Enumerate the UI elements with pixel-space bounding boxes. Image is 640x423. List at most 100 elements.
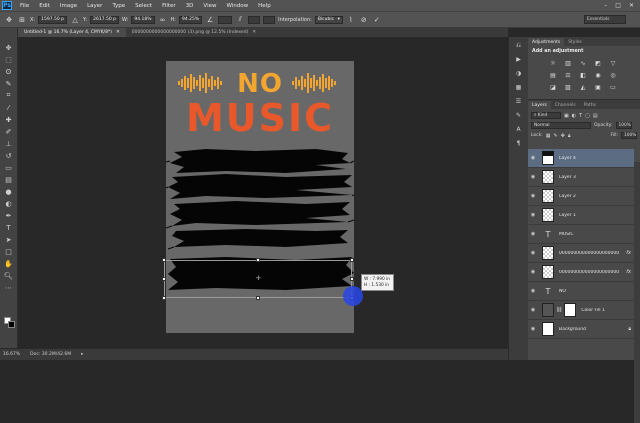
zoom-tool-icon[interactable]: 🔍︎ <box>3 270 15 281</box>
menu-file[interactable]: File <box>15 3 34 9</box>
blur-tool-icon[interactable]: ● <box>3 186 15 197</box>
layer-row-layer-2[interactable]: ◉ Layer 2 <box>528 187 634 206</box>
tab-channels[interactable]: Channels <box>551 101 580 109</box>
tab-png-document[interactable]: 0000000000000000000 (3).png @ 12.5% (Ind… <box>125 28 263 37</box>
close-icon[interactable]: ✕ <box>252 30 256 35</box>
brightness-contrast-icon[interactable]: ☼ <box>548 59 558 67</box>
status-menu-arrow-icon[interactable]: ▸ <box>81 352 83 357</box>
transform-handle-middle-right[interactable] <box>350 277 354 281</box>
invert-icon[interactable]: ◪ <box>548 83 558 91</box>
levels-icon[interactable]: ▥ <box>563 59 573 67</box>
lock-transparency-icon[interactable]: ▦ <box>546 133 551 139</box>
layer-row-background[interactable]: ◉ Background 🔒︎ <box>528 320 634 339</box>
close-icon[interactable]: ✕ <box>116 30 120 35</box>
visibility-eye-icon[interactable]: ◉ <box>528 155 538 161</box>
rectangle-tool-icon[interactable]: □ <box>3 246 15 257</box>
posterize-icon[interactable]: ▨ <box>563 83 573 91</box>
healing-brush-tool-icon[interactable]: ✚ <box>3 114 15 125</box>
fill-input[interactable]: 100% <box>621 132 637 139</box>
minimize-icon[interactable]: – <box>604 2 607 9</box>
menu-layer[interactable]: Layer <box>82 3 107 9</box>
visibility-eye-icon[interactable]: ◉ <box>528 212 538 218</box>
visibility-eye-icon[interactable]: ◉ <box>528 288 538 294</box>
tab-styles[interactable]: Styles <box>564 38 586 46</box>
clone-stamp-tool-icon[interactable]: ⊥ <box>3 138 15 149</box>
blend-mode-select[interactable]: Normal <box>531 122 591 129</box>
v-skew-input[interactable] <box>263 15 276 24</box>
tab-untitled-1[interactable]: Untitled-1 @ 16.7% (Layer 4, CMYK/8*) ✕ <box>18 28 126 37</box>
document-canvas[interactable]: NO MUSIC ✛ <box>162 61 354 333</box>
color-balance-icon[interactable]: ⚖ <box>563 71 573 79</box>
move-tool-icon[interactable]: ✥ <box>3 42 15 53</box>
workspace-select[interactable]: Essentials <box>584 15 626 24</box>
tab-layers[interactable]: Layers <box>528 101 551 109</box>
visibility-eye-icon[interactable]: ◉ <box>528 269 538 275</box>
menu-image[interactable]: Image <box>55 3 82 9</box>
color-panel-icon[interactable]: ◑ <box>514 69 524 78</box>
interpolation-select[interactable]: Bicubic ▾ <box>314 15 343 24</box>
canvas-area[interactable]: NO MUSIC ✛ W : 7.990 in H: 1.530 in <box>18 37 508 348</box>
layer-row-color-fill-1[interactable]: ◉ ⛓ Color Fill 1 <box>528 301 634 320</box>
h-skew-input[interactable] <box>248 15 261 24</box>
history-brush-tool-icon[interactable]: ↺ <box>3 150 15 161</box>
rotate-input[interactable] <box>218 15 233 24</box>
edit-toolbar-icon[interactable]: ⋯ <box>3 282 15 293</box>
gradient-tool-icon[interactable]: ▤ <box>3 174 15 185</box>
transform-handle-top-right[interactable] <box>350 258 354 262</box>
brush-tool-icon[interactable]: ✐ <box>3 126 15 137</box>
curves-icon[interactable]: ∿ <box>578 59 588 67</box>
eraser-tool-icon[interactable]: ▭ <box>3 162 15 173</box>
layer-row-no-text[interactable]: ◉ T NO <box>528 282 634 301</box>
visibility-eye-icon[interactable]: ◉ <box>528 174 538 180</box>
layer-row-layer-1[interactable]: ◉ Layer 1 <box>528 206 634 225</box>
layer-row-layer-4[interactable]: ◉ Layer 4 <box>528 149 634 168</box>
vibrance-icon[interactable]: ▽ <box>608 59 618 67</box>
path-selection-tool-icon[interactable]: ➤ <box>3 234 15 245</box>
filter-pixel-icon[interactable]: ▣ <box>564 113 569 119</box>
maximize-icon[interactable]: □ <box>615 2 621 9</box>
menu-select[interactable]: Select <box>130 3 157 9</box>
reference-point-icon[interactable]: ⊞ <box>17 15 27 25</box>
w-input[interactable]: 94.18% <box>131 15 155 24</box>
menu-3d[interactable]: 3D <box>181 3 199 9</box>
filter-type-icon[interactable]: T <box>579 113 582 119</box>
lock-pixels-icon[interactable]: ✎ <box>554 133 558 139</box>
visibility-eye-icon[interactable]: ◉ <box>528 326 538 332</box>
transform-handle-top-left[interactable] <box>162 258 166 262</box>
photo-filter-icon[interactable]: ◉ <box>593 71 603 79</box>
x-input[interactable]: 1597.50 p <box>38 15 68 24</box>
gradient-map-icon[interactable]: ▭ <box>608 83 618 91</box>
layers-scrollbar[interactable] <box>634 162 640 423</box>
transform-handle-bottom-left[interactable] <box>162 296 166 300</box>
layer-kind-filter[interactable]: ⌕ Kind <box>531 112 561 119</box>
lock-all-icon[interactable]: 🔒︎ <box>568 133 571 139</box>
visibility-eye-icon[interactable]: ◉ <box>528 231 538 237</box>
tab-adjustments[interactable]: Adjustments <box>528 38 565 46</box>
free-transform-bounding-box[interactable]: ✛ <box>162 258 354 300</box>
cancel-transform-icon[interactable]: ⊘ <box>359 15 369 25</box>
menu-help[interactable]: Help <box>253 3 276 9</box>
type-tool-icon[interactable]: T <box>3 222 15 233</box>
layer-row-zeros-2[interactable]: ◉ 000000000000000000000 fx <box>528 263 634 282</box>
visibility-eye-icon[interactable]: ◉ <box>528 307 538 313</box>
threshold-icon[interactable]: ◭ <box>578 83 588 91</box>
zoom-level[interactable]: 16.67% <box>3 352 20 357</box>
filter-shape-icon[interactable]: ▢ <box>585 113 590 119</box>
move-tool-icon[interactable]: ✥ <box>4 15 14 25</box>
actions-panel-icon[interactable]: ▶ <box>514 55 524 64</box>
quick-select-tool-icon[interactable]: ✎ <box>3 78 15 89</box>
lasso-tool-icon[interactable]: ʘ <box>3 66 15 77</box>
lock-position-icon[interactable]: ✥ <box>561 133 565 139</box>
pen-tool-icon[interactable]: ✒ <box>3 210 15 221</box>
menu-filter[interactable]: Filter <box>157 3 181 9</box>
visibility-eye-icon[interactable]: ◉ <box>528 250 538 256</box>
marquee-tool-icon[interactable]: ⬚ <box>3 54 15 65</box>
menu-edit[interactable]: Edit <box>34 3 55 9</box>
h-input[interactable]: 94.25% <box>178 15 203 24</box>
link-icon[interactable]: ∞ <box>158 15 168 25</box>
dodge-tool-icon[interactable]: ◐ <box>3 198 15 209</box>
filter-smart-object-icon[interactable]: ▤ <box>593 113 598 119</box>
properties-panel-icon[interactable]: ☰ <box>514 97 524 106</box>
warp-icon[interactable]: ⌇ <box>346 15 356 25</box>
close-icon[interactable]: ✕ <box>629 2 634 9</box>
